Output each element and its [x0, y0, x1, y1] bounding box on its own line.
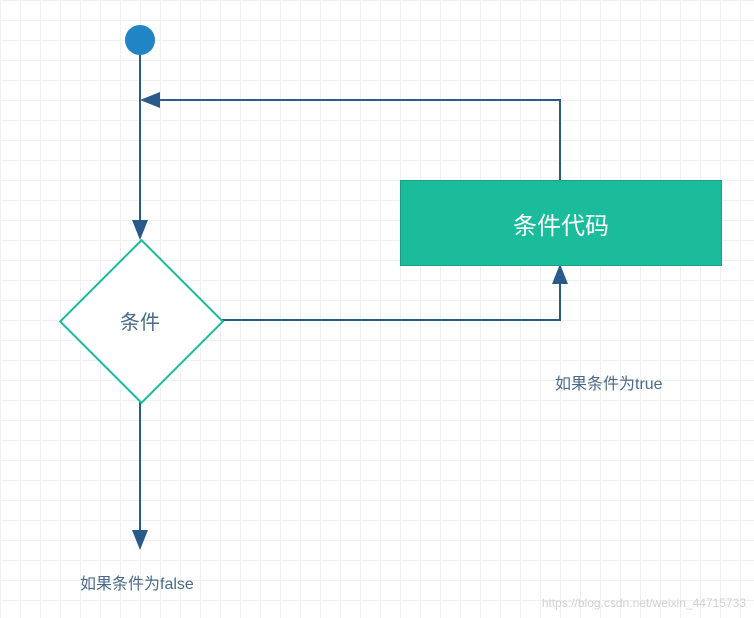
false-branch-label: 如果条件为false: [80, 570, 194, 594]
code-block-label: 条件代码: [513, 206, 609, 241]
start-node: [125, 25, 155, 55]
condition-node: 条件: [60, 240, 220, 400]
true-branch-label: 如果条件为true: [555, 370, 663, 394]
flowchart-canvas: 条件代码 条件 如果条件为true 如果条件为false https://blo…: [0, 0, 754, 618]
code-block-node: 条件代码: [400, 180, 722, 266]
condition-label: 条件: [60, 240, 220, 400]
watermark-text: https://blog.csdn.net/weixin_44715733: [542, 596, 746, 610]
